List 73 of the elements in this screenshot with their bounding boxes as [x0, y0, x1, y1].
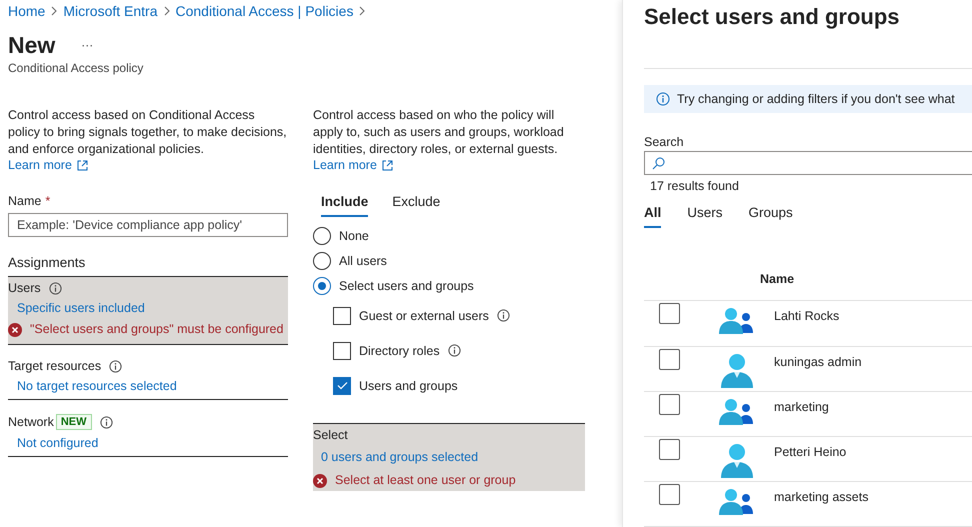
column-header: Name: [644, 272, 972, 302]
name-cell: kuningas admin: [774, 354, 862, 369]
breadcrumb-link[interactable]: Microsoft Entra: [63, 3, 158, 19]
row-checkbox[interactable]: [659, 438, 680, 460]
row-label: Users: [8, 281, 41, 295]
radio-button[interactable]: [313, 276, 331, 294]
description-text: Control access based on Conditional Access policy to bring signals together, to make decisions, and enforce organizational policies.: [8, 107, 288, 158]
checkbox-label: Guest or external users: [359, 308, 489, 322]
row-checkbox[interactable]: [659, 394, 680, 415]
info-icon: [656, 92, 670, 106]
page-title: New: [8, 31, 56, 59]
row-checkbox[interactable]: [659, 484, 680, 505]
more-button[interactable]: ···: [81, 38, 94, 52]
chevron-icon: [51, 6, 58, 16]
user-icon: [720, 352, 754, 389]
name-cell: Petteri Heino: [774, 444, 846, 459]
checkmark-icon: [336, 381, 348, 390]
chevron-icon: [359, 6, 366, 16]
breadcrumb-link[interactable]: Conditional Access | Policies: [176, 3, 354, 19]
panel-title: Select users and groups: [644, 4, 901, 30]
tab[interactable]: Groups: [748, 205, 793, 228]
row-value-link[interactable]: No target resources selected: [8, 379, 177, 393]
error-icon: [313, 474, 327, 488]
new-badge: NEW: [56, 414, 92, 430]
group-icon: [718, 305, 754, 336]
name-input-field[interactable]: Example: 'Device compliance app policy': [8, 213, 288, 237]
external-link-icon: [382, 160, 393, 170]
assignment-row[interactable]: Network NEW Not configured: [8, 410, 288, 457]
row-label: Network: [8, 415, 54, 429]
error-message: Select at least one user or group: [335, 472, 516, 489]
row-checkbox[interactable]: [659, 303, 680, 324]
error-icon: [8, 323, 22, 337]
name-cell: marketing: [774, 400, 829, 414]
search-icon: [652, 157, 665, 170]
radio-button[interactable]: [313, 226, 331, 244]
banner-text: Try changing or adding filters if you don't see what: [677, 92, 955, 106]
radio-button[interactable]: [313, 252, 331, 270]
chevron-icon: [164, 6, 170, 16]
assignment-row[interactable]: Users Specific users included "Select users and groups" must be configured: [8, 277, 288, 345]
assignment-row[interactable]: Target resources No target resources selected: [8, 355, 288, 400]
learn-more-link[interactable]: Learn more: [8, 158, 88, 172]
row-checkbox[interactable]: [659, 348, 680, 370]
row-label: Target resources: [8, 359, 102, 373]
external-link-icon: [76, 160, 88, 170]
search-field[interactable]: [644, 151, 972, 176]
radio-label: All users: [339, 254, 387, 268]
required-mark: *: [45, 194, 50, 208]
breadcrumb-link[interactable]: Home: [8, 3, 46, 19]
checkbox[interactable]: [333, 342, 351, 360]
results-count: 17 results found: [650, 179, 740, 194]
tab[interactable]: Users: [687, 205, 723, 228]
row-value-link[interactable]: Not configured: [8, 436, 98, 450]
tab[interactable]: Include: [321, 194, 368, 217]
search-label: Search: [644, 135, 685, 150]
page-subtitle: Conditional Access policy: [8, 61, 144, 75]
name-cell: Lahti Rocks: [774, 309, 840, 324]
row-value-link[interactable]: Specific users included: [8, 301, 145, 315]
checkbox[interactable]: [333, 306, 351, 324]
user-icon: [720, 442, 754, 479]
row-label: Select: [313, 428, 349, 442]
radio-label: Select users and groups: [339, 278, 474, 292]
error-message: "Select users and groups" must be configured: [30, 321, 284, 338]
checkbox[interactable]: [333, 376, 351, 394]
field-label: Name: [8, 194, 42, 208]
name-cell: marketing assets: [774, 490, 868, 504]
tab[interactable]: Exclude: [392, 194, 440, 217]
checkbox-label: Directory roles: [359, 344, 440, 358]
learn-more-link[interactable]: Learn more: [313, 158, 393, 172]
radio-label: None: [339, 228, 369, 242]
description-text: Control access based on who the policy will apply to, such as users and groups, workload identities, directory roles, or external guests.: [313, 107, 565, 158]
tab[interactable]: All: [644, 205, 662, 228]
checkbox-label: Users and groups: [359, 378, 458, 392]
selection-link[interactable]: 0 users and groups selected: [313, 450, 478, 464]
